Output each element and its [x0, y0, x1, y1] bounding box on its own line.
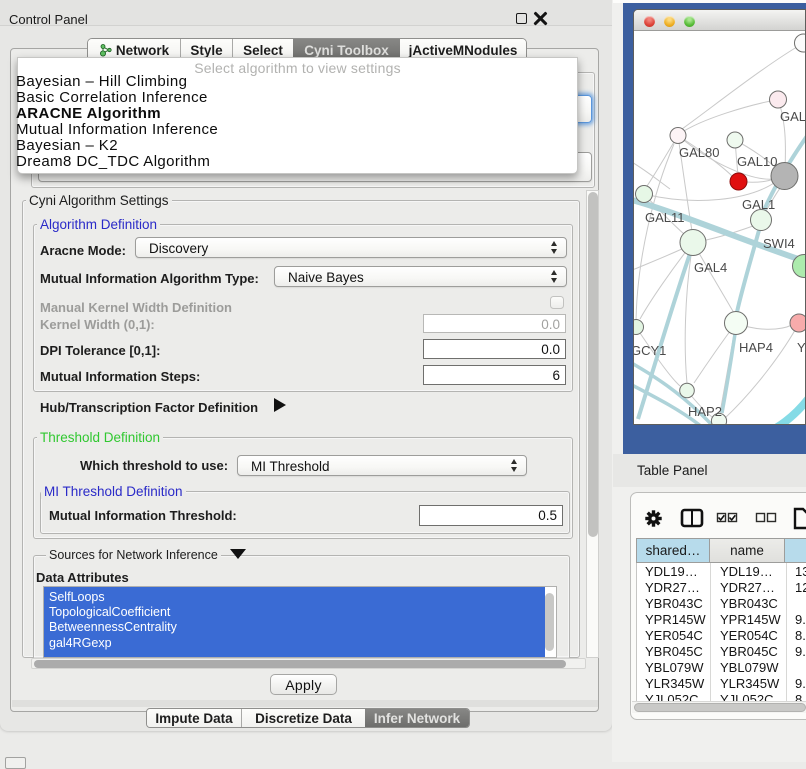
- svg-text:SWI4: SWI4: [763, 236, 795, 251]
- svg-text:GAL1: GAL1: [742, 197, 775, 212]
- svg-text:GAL11: GAL11: [645, 210, 685, 225]
- svg-text:GAL10: GAL10: [737, 154, 777, 169]
- svg-text:GCY1: GCY1: [634, 343, 666, 358]
- svg-text:GAL80: GAL80: [679, 145, 719, 160]
- svg-text:HAP4: HAP4: [739, 340, 773, 355]
- svg-text:HAP2: HAP2: [688, 404, 722, 419]
- svg-text:GAL7: GAL7: [780, 109, 806, 124]
- svg-text:YJ: YJ: [797, 340, 806, 355]
- svg-text:GAL4: GAL4: [694, 260, 727, 275]
